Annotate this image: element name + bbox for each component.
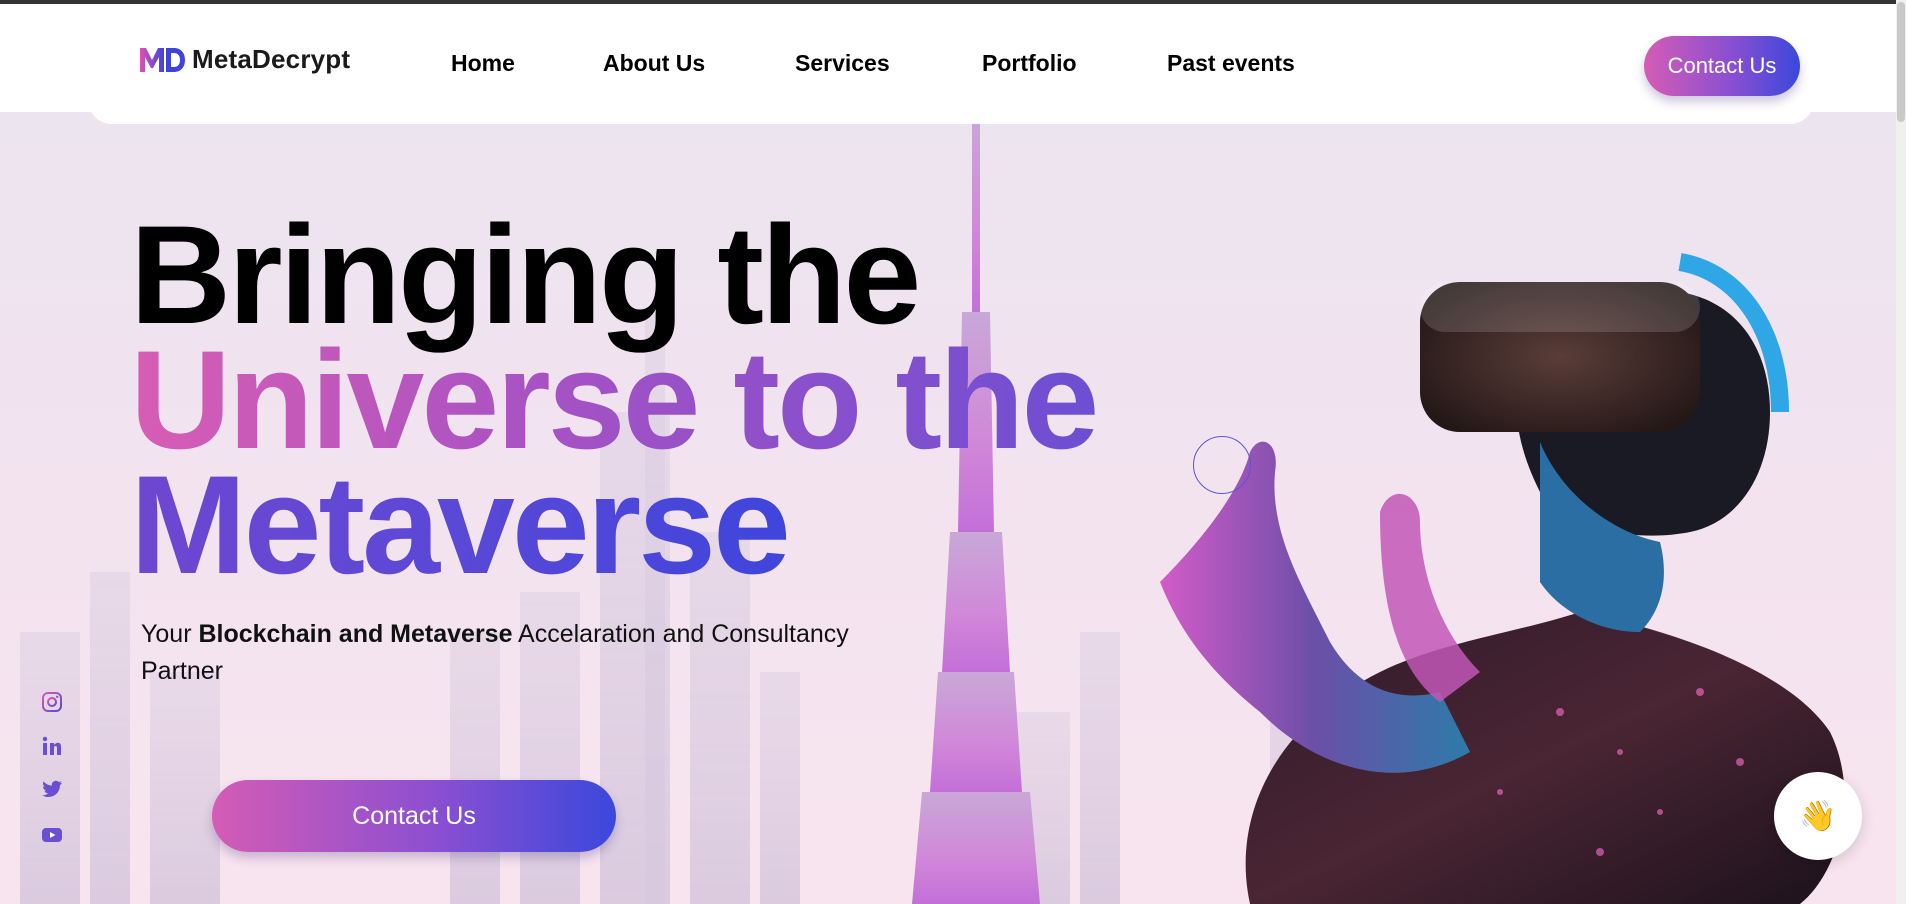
hero-subtitle-bold: Blockchain and Metaverse: [198, 620, 513, 648]
cursor-follower-ring: [1193, 436, 1251, 494]
brand-name: MetaDecrypt: [192, 44, 351, 74]
hero-headline-line3: Metaverse: [130, 446, 791, 603]
chat-widget-button[interactable]: 👋: [1774, 772, 1862, 860]
linkedin-icon[interactable]: [40, 734, 64, 758]
hero-subtitle: Your Blockchain and Metaverse Accelarati…: [141, 616, 901, 690]
hero-contact-us-button[interactable]: Contact Us: [212, 780, 616, 852]
youtube-icon[interactable]: [40, 823, 64, 847]
nav-home[interactable]: Home: [451, 50, 515, 77]
nav-portfolio[interactable]: Portfolio: [982, 50, 1077, 77]
nav-services[interactable]: Services: [795, 50, 890, 77]
page-scrollbar[interactable]: [1896, 0, 1906, 904]
hero-subtitle-pre: Your: [141, 620, 199, 648]
nav-contact-us-button[interactable]: Contact Us: [1644, 36, 1800, 96]
waving-hand-icon: 👋: [1799, 799, 1837, 833]
metadecrypt-logo-icon: [140, 47, 185, 72]
twitter-icon[interactable]: [40, 777, 64, 801]
nav-past-events[interactable]: Past events: [1167, 50, 1295, 77]
navbar-bottom-curve: [88, 100, 1814, 124]
nav-about-us[interactable]: About Us: [603, 50, 705, 77]
instagram-icon[interactable]: [40, 690, 64, 714]
page-scrollbar-thumb[interactable]: [1897, 2, 1905, 122]
brand-logo[interactable]: MetaDecrypt: [138, 44, 350, 75]
